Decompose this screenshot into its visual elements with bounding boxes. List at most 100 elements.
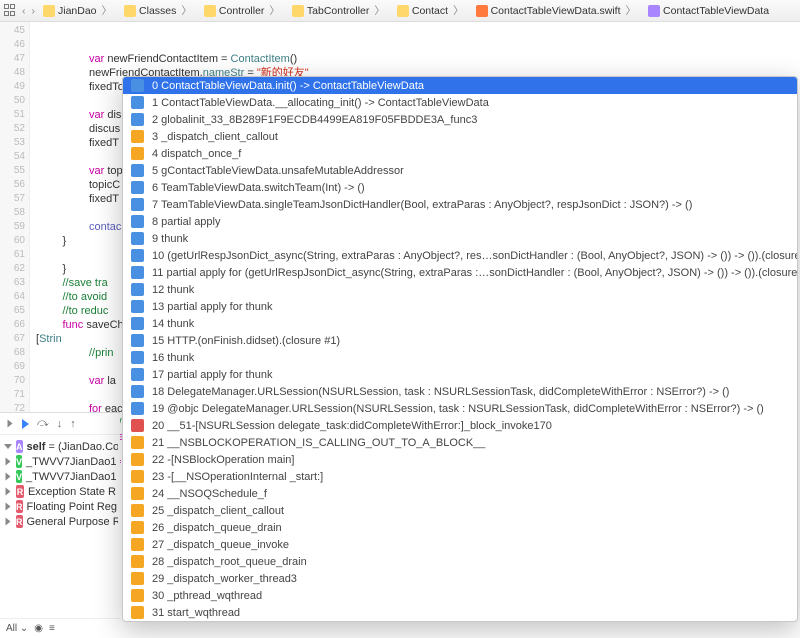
frame-icon [131, 538, 144, 551]
folder-icon [292, 5, 304, 17]
crumb-label: JianDao [58, 5, 97, 17]
crumb-tabcontroller[interactable]: TabController〉 [288, 3, 391, 18]
stack-frame[interactable]: 28 _dispatch_root_queue_drain [123, 553, 797, 570]
disclosure-icon[interactable] [6, 503, 11, 511]
frame-label: 13 partial apply for thunk [152, 301, 272, 313]
frame-label: 6 TeamTableViewData.switchTeam(Int) -> (… [152, 182, 365, 194]
variable-row[interactable]: RException State R [2, 484, 118, 499]
frame-icon [131, 470, 144, 483]
stack-frame[interactable]: 4 dispatch_once_f [123, 145, 797, 162]
crumb-controller[interactable]: Controller〉 [200, 3, 286, 18]
frame-icon [131, 402, 144, 415]
disclosure-icon[interactable] [8, 420, 13, 428]
stack-frame[interactable]: 18 DelegateManager.URLSession(NSURLSessi… [123, 383, 797, 400]
variable-row[interactable]: V_TWVV7JianDao1 [2, 454, 118, 469]
stack-frame[interactable]: 27 _dispatch_queue_invoke [123, 536, 797, 553]
stack-frame[interactable]: 23 -[__NSOperationInternal _start:] [123, 468, 797, 485]
continue-icon[interactable] [22, 419, 29, 429]
stack-frame[interactable]: 9 thunk [123, 230, 797, 247]
stack-frame[interactable]: 31 start_wqthread [123, 604, 797, 621]
stack-frame[interactable]: 13 partial apply for thunk [123, 298, 797, 315]
stack-frame[interactable]: 14 thunk [123, 315, 797, 332]
stack-frame[interactable]: 5 gContactTableViewData.unsafeMutableAdd… [123, 162, 797, 179]
folder-icon [204, 5, 216, 17]
stack-frame[interactable]: 10 (getUrlRespJsonDict_async(String, ext… [123, 247, 797, 264]
disclosure-icon[interactable] [6, 458, 11, 466]
stack-frame[interactable]: 2 globalinit_33_8B289F1F9ECDB4499EA819F0… [123, 111, 797, 128]
stack-frame[interactable]: 8 partial apply [123, 213, 797, 230]
stack-frame[interactable]: 12 thunk [123, 281, 797, 298]
crumb-label: ContactTableViewData.swift [491, 5, 621, 17]
frame-icon [131, 266, 144, 279]
frame-icon [131, 317, 144, 330]
stack-frame[interactable]: 0 ContactTableViewData.init() -> Contact… [123, 77, 797, 94]
stack-frame[interactable]: 26 _dispatch_queue_drain [123, 519, 797, 536]
variable-row[interactable]: RGeneral Purpose R [2, 514, 118, 529]
crumb-label: TabController [307, 5, 369, 17]
disclosure-icon[interactable] [6, 488, 11, 496]
stack-frame[interactable]: 15 HTTP.(onFinish.didset).(closure #1) [123, 332, 797, 349]
frame-label: 3 _dispatch_client_callout [152, 131, 278, 143]
variable-row[interactable]: V_TWVV7JianDao1 [2, 469, 118, 484]
stack-frame[interactable]: 17 partial apply for thunk [123, 366, 797, 383]
frame-label: 18 DelegateManager.URLSession(NSURLSessi… [152, 386, 729, 398]
frame-icon [131, 606, 144, 619]
frame-icon [131, 436, 144, 449]
class-icon [648, 5, 660, 17]
stack-frame[interactable]: 22 -[NSBlockOperation main] [123, 451, 797, 468]
frame-label: 17 partial apply for thunk [152, 369, 272, 381]
crumb-class[interactable]: ContactTableViewData [644, 5, 773, 17]
frame-icon [131, 555, 144, 568]
step-out-icon[interactable]: ↑ [70, 418, 76, 430]
stack-frame[interactable]: 1 ContactTableViewData.__allocating_init… [123, 94, 797, 111]
variable-row[interactable]: Aself = (JianDao.Con [2, 439, 118, 454]
stack-frame[interactable]: 19 @objc DelegateManager.URLSession(NSUR… [123, 400, 797, 417]
frame-label: 21 __NSBLOCKOPERATION_IS_CALLING_OUT_TO_… [152, 437, 485, 449]
step-in-icon[interactable]: ↓ [57, 418, 63, 430]
call-stack-popup[interactable]: 0 ContactTableViewData.init() -> Contact… [122, 76, 798, 622]
variables-scope-selector[interactable]: All ⌄ [6, 623, 28, 634]
disclosure-icon[interactable] [6, 473, 11, 481]
crumb-label: Contact [412, 5, 448, 17]
frame-label: 22 -[NSBlockOperation main] [152, 454, 294, 466]
stack-frame[interactable]: 20 __51-[NSURLSession delegate_task:didC… [123, 417, 797, 434]
frame-label: 10 (getUrlRespJsonDict_async(String, ext… [152, 250, 797, 262]
frame-icon [131, 79, 144, 92]
related-items-icon[interactable] [4, 4, 18, 18]
crumb-swift-file[interactable]: ContactTableViewData.swift〉 [472, 3, 642, 18]
crumb-jiandao[interactable]: JianDao〉 [39, 3, 118, 18]
nav-back-button[interactable]: ‹ [20, 5, 28, 17]
step-over-icon[interactable]: ⤼ [37, 417, 49, 430]
frame-label: 1 ContactTableViewData.__allocating_init… [152, 97, 489, 109]
variable-label: _TWVV7JianDao1 [26, 456, 117, 468]
stack-frame[interactable]: 11 partial apply for (getUrlRespJsonDict… [123, 264, 797, 281]
breadcrumb: ‹ › JianDao〉 Classes〉 Controller〉 TabCon… [0, 0, 800, 22]
stack-frame[interactable]: 16 thunk [123, 349, 797, 366]
frame-label: 19 @objc DelegateManager.URLSession(NSUR… [152, 403, 764, 415]
frame-icon [131, 215, 144, 228]
stack-frame[interactable]: 7 TeamTableViewData.singleTeamJsonDictHa… [123, 196, 797, 213]
disclosure-icon[interactable] [6, 518, 11, 526]
frame-icon [131, 385, 144, 398]
stack-frame[interactable]: 30 _pthread_wqthread [123, 587, 797, 604]
stack-frame[interactable]: 25 _dispatch_client_callout [123, 502, 797, 519]
eye-icon[interactable]: ◉ [34, 623, 43, 634]
stack-frame[interactable]: 3 _dispatch_client_callout [123, 128, 797, 145]
nav-forward-button[interactable]: › [30, 5, 38, 17]
frame-label: 9 thunk [152, 233, 188, 245]
filter-icon[interactable]: ≡ [49, 623, 55, 634]
frame-label: 4 dispatch_once_f [152, 148, 241, 160]
stack-frame[interactable]: 24 __NSOQSchedule_f [123, 485, 797, 502]
crumb-classes[interactable]: Classes〉 [120, 3, 198, 18]
stack-frame[interactable]: 6 TeamTableViewData.switchTeam(Int) -> (… [123, 179, 797, 196]
variable-row[interactable]: RFloating Point Reg [2, 499, 118, 514]
disclosure-icon[interactable] [4, 444, 12, 449]
frame-icon [131, 368, 144, 381]
frame-icon [131, 113, 144, 126]
frame-label: 23 -[__NSOperationInternal _start:] [152, 471, 323, 483]
frame-label: 11 partial apply for (getUrlRespJsonDict… [152, 267, 797, 279]
stack-frame[interactable]: 21 __NSBLOCKOPERATION_IS_CALLING_OUT_TO_… [123, 434, 797, 451]
crumb-contact[interactable]: Contact〉 [393, 3, 470, 18]
stack-frame[interactable]: 29 _dispatch_worker_thread3 [123, 570, 797, 587]
frame-icon [131, 504, 144, 517]
